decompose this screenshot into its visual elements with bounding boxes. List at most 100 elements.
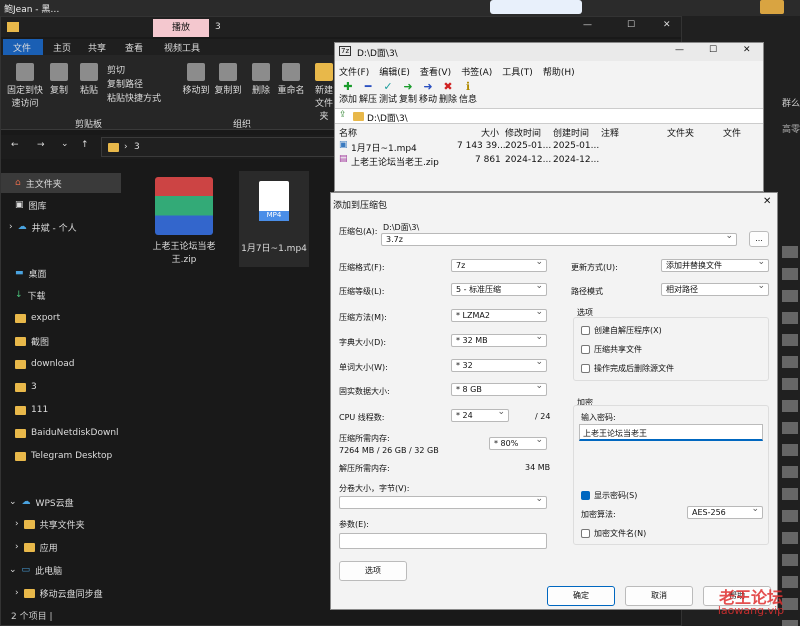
- col-mtime[interactable]: 修改时间: [505, 126, 541, 139]
- menu-edit[interactable]: 编辑(E): [379, 65, 410, 78]
- ribbon-tab-file[interactable]: 文件: [13, 41, 31, 54]
- maximize-icon[interactable]: ☐: [627, 20, 635, 30]
- pathmode-select[interactable]: 相对路径: [661, 281, 769, 296]
- up-folder-icon[interactable]: ⇪: [339, 110, 347, 120]
- update-select[interactable]: 添加并替换文件: [661, 257, 769, 272]
- close-icon[interactable]: ✕: [663, 20, 671, 30]
- col-ctime[interactable]: 创建时间: [553, 126, 589, 139]
- format-select[interactable]: 7z: [451, 257, 547, 272]
- close-icon[interactable]: ✕: [763, 196, 771, 207]
- forward-icon[interactable]: →: [37, 140, 45, 150]
- method-select[interactable]: * LZMA2: [451, 307, 547, 322]
- move-to-button[interactable]: 移动到: [181, 63, 211, 96]
- sidebar-item-apps[interactable]: › 应用: [15, 538, 58, 556]
- sidebar-item-onedrive[interactable]: › ☁ 井斌 - 个人: [9, 218, 77, 236]
- path-box[interactable]: › 3: [101, 137, 335, 157]
- ribbon-tab-share[interactable]: 共享: [88, 41, 106, 54]
- mem-decomp-value: 34 MB: [525, 463, 551, 472]
- col-name[interactable]: 名称: [339, 126, 357, 139]
- table-row[interactable]: ▤ 上老王论坛当老王.zip 7 861 2024-12... 2024-12.…: [335, 154, 763, 168]
- shared-checkbox[interactable]: 压缩共享文件: [581, 344, 642, 355]
- move-button[interactable]: ➜ 移动: [419, 81, 437, 105]
- sidebar-item-baidu[interactable]: BaiduNetdiskDownl: [15, 424, 121, 442]
- info-button[interactable]: ℹ 信息: [459, 81, 477, 105]
- test-button[interactable]: ✓ 测试: [379, 81, 397, 105]
- recent-icon[interactable]: ⌄: [61, 139, 69, 149]
- maximize-icon[interactable]: ☐: [709, 45, 717, 55]
- mem-pct-select[interactable]: * 80%: [489, 435, 547, 450]
- col-files[interactable]: 文件: [723, 126, 741, 139]
- split-select[interactable]: [339, 494, 547, 509]
- sidebar-item-mobile-cloud[interactable]: › 移动云盘同步盘: [15, 584, 103, 602]
- copy-to-button[interactable]: 复制到: [213, 63, 243, 96]
- notification-pill[interactable]: [490, 0, 582, 14]
- sidebar-item-telegram[interactable]: Telegram Desktop: [15, 447, 112, 465]
- manage-tab[interactable]: 播放: [153, 19, 209, 37]
- params-input[interactable]: [339, 533, 547, 549]
- sidebar-item-home[interactable]: ⌂ 主文件夹: [15, 174, 62, 192]
- add-button[interactable]: ✚ 添加: [339, 81, 357, 105]
- up-icon[interactable]: ↑: [81, 140, 89, 150]
- pin-button[interactable]: 固定到快速访问: [7, 63, 43, 109]
- show-password-checkbox[interactable]: 显示密码(S): [581, 490, 637, 501]
- enc-method-select[interactable]: AES-256: [687, 504, 763, 519]
- ribbon-tab-home[interactable]: 主页: [53, 41, 71, 54]
- new-folder-button[interactable]: 新建文件夹: [313, 63, 335, 122]
- paste-button[interactable]: 粘贴: [77, 63, 101, 96]
- close-icon[interactable]: ✕: [743, 45, 751, 55]
- options-button[interactable]: 选项: [339, 561, 407, 581]
- copy-button[interactable]: ➜ 复制: [399, 81, 417, 105]
- breadcrumb[interactable]: 3: [134, 142, 140, 152]
- table-row[interactable]: ▣ 1月7日~1.mp4 7 143 39... 2025-01... 2025…: [335, 140, 763, 154]
- file-item-mp4[interactable]: MP4 1月7日~1.mp4: [239, 171, 309, 267]
- menu-tools[interactable]: 工具(T): [502, 65, 533, 78]
- menu-view[interactable]: 查看(V): [420, 65, 451, 78]
- col-size[interactable]: 大小: [481, 126, 499, 139]
- sidebar-item-this-pc[interactable]: ⌄ ▭ 此电脑: [9, 561, 62, 579]
- word-select[interactable]: * 32: [451, 357, 547, 372]
- delete-button[interactable]: 删除: [249, 63, 273, 96]
- sidebar-item-export[interactable]: export: [15, 309, 60, 327]
- sfx-checkbox[interactable]: 创建自解压程序(X): [581, 325, 662, 336]
- file-item-zip[interactable]: 上老王论坛当老王.zip: [143, 173, 225, 269]
- ok-button[interactable]: 确定: [547, 586, 615, 606]
- sidebar-item-gallery[interactable]: ▣ 图库: [15, 196, 47, 214]
- delete-after-checkbox[interactable]: 操作完成后删除源文件: [581, 363, 674, 374]
- sidebar-item-wps[interactable]: ⌄ ☁ WPS云盘: [9, 493, 74, 511]
- sidebar-item-3[interactable]: 3: [15, 378, 37, 396]
- menu-help[interactable]: 帮助(H): [543, 65, 575, 78]
- col-comment[interactable]: 注释: [601, 126, 619, 139]
- sidebar-item-desktop[interactable]: ▬ 桌面: [15, 264, 47, 282]
- extract-button[interactable]: ━ 解压: [359, 81, 377, 105]
- dict-select[interactable]: * 32 MB: [451, 332, 547, 347]
- solid-select[interactable]: * 8 GB: [451, 381, 547, 396]
- copy-button[interactable]: 复制: [47, 63, 71, 96]
- ribbon-tab-view[interactable]: 查看: [125, 41, 143, 54]
- paste-shortcut-button[interactable]: 粘贴快捷方式: [107, 91, 161, 104]
- minimize-icon[interactable]: —: [583, 20, 592, 30]
- rename-button[interactable]: 重命名: [277, 63, 305, 96]
- delete-button[interactable]: ✖ 删除: [439, 81, 457, 105]
- encrypt-names-checkbox[interactable]: 加密文件名(N): [581, 528, 646, 539]
- minimize-icon[interactable]: —: [675, 45, 684, 55]
- 7zip-path-bar[interactable]: ⇪ D:\D面\3\: [335, 108, 763, 124]
- ribbon-tab-video[interactable]: 视频工具: [164, 41, 200, 54]
- copy-path-button[interactable]: 复制路径: [107, 77, 143, 90]
- menu-file[interactable]: 文件(F): [339, 65, 369, 78]
- col-folders[interactable]: 文件夹: [667, 126, 694, 139]
- cut-button[interactable]: 剪切: [107, 63, 125, 76]
- password-input[interactable]: 上老王论坛当老王: [579, 424, 763, 441]
- sidebar-item-shared[interactable]: › 共享文件夹: [15, 515, 85, 533]
- browse-button[interactable]: ...: [749, 231, 769, 247]
- sidebar-item-download[interactable]: download: [15, 355, 75, 373]
- sidebar-item-screenshots[interactable]: 截图: [15, 332, 49, 350]
- archive-name-combo[interactable]: 3.7z: [381, 231, 737, 246]
- level-select[interactable]: 5 - 标准压缩: [451, 281, 547, 296]
- cpu-select[interactable]: * 24: [451, 407, 509, 422]
- tray-icon[interactable]: [760, 0, 784, 14]
- sidebar-item-111[interactable]: 111: [15, 401, 48, 419]
- sidebar-item-downloads[interactable]: ↓ 下载: [15, 286, 46, 304]
- menu-bookmarks[interactable]: 书签(A): [461, 65, 492, 78]
- cancel-button[interactable]: 取消: [625, 586, 693, 606]
- back-icon[interactable]: ←: [11, 140, 19, 150]
